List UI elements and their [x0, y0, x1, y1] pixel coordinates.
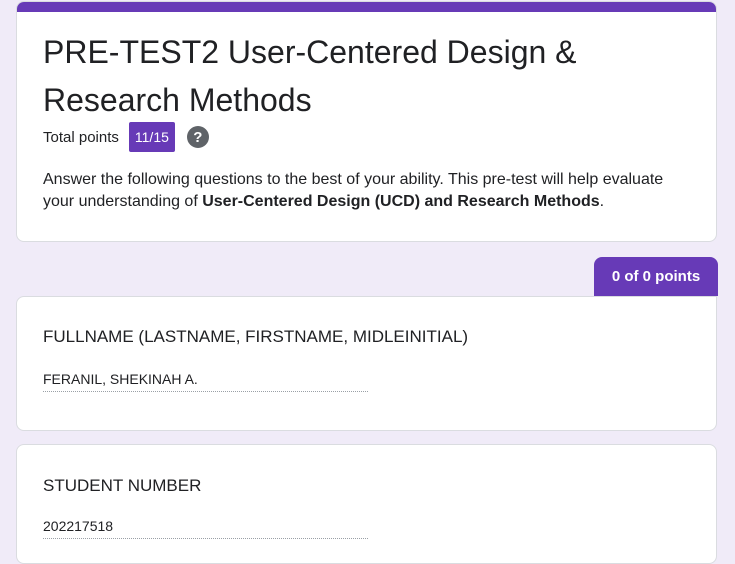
help-circle-icon[interactable]: ?	[186, 126, 209, 148]
question-title: FULLNAME (LASTNAME, FIRSTNAME, MIDLEINIT…	[43, 327, 469, 346]
description-end: .	[599, 193, 605, 210]
description-bold: User-Centered Design (UCD) and Research …	[202, 193, 600, 210]
total-points-row: Total points 11/15 ?	[43, 122, 209, 152]
question-card: FULLNAME (LASTNAME, FIRSTNAME, MIDLEINIT…	[16, 296, 717, 431]
total-points-label: Total points	[43, 128, 119, 146]
question-card: STUDENT NUMBER 202217518	[16, 444, 717, 564]
answer-text: 202217518	[43, 518, 368, 539]
section-points-tab: 0 of 0 points	[594, 257, 718, 296]
question-title: STUDENT NUMBER	[43, 476, 202, 495]
form-title: PRE-TEST2 User-Centered Design & Researc…	[43, 34, 577, 118]
form-description: Answer the following questions to the be…	[43, 169, 693, 213]
answer-text: FERANIL, SHEKINAH A.	[43, 371, 368, 392]
score-badge: 11/15	[128, 122, 175, 152]
header-accent-bar	[17, 2, 716, 12]
form-header-card: PRE-TEST2 User-Centered Design & Researc…	[16, 1, 717, 242]
